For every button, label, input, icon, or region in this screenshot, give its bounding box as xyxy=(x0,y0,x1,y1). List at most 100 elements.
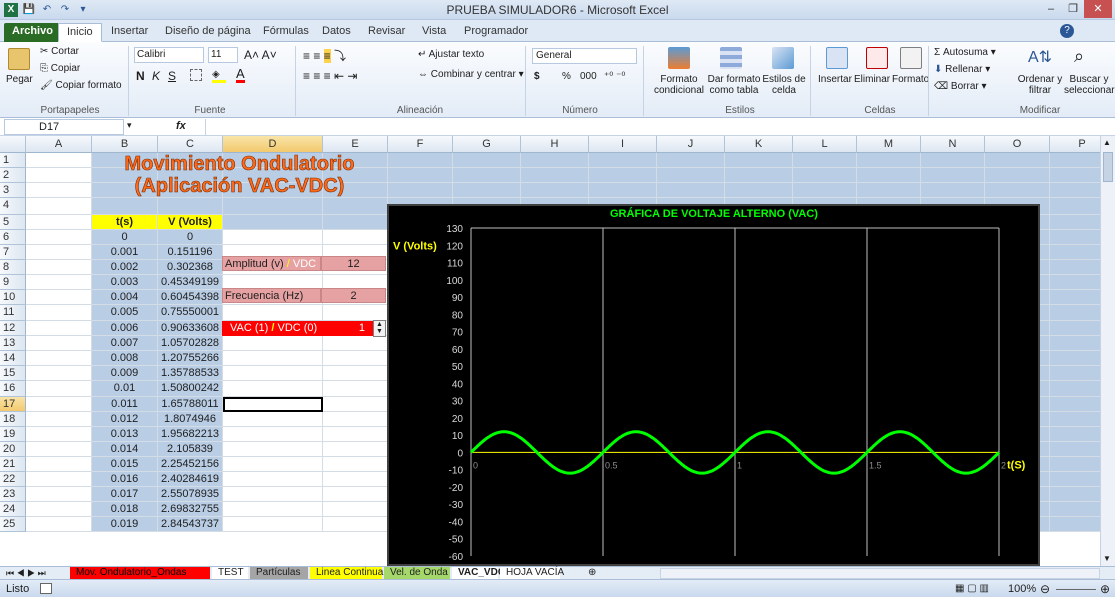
cell[interactable] xyxy=(26,305,92,321)
number-format-select[interactable]: General xyxy=(532,48,637,64)
cell[interactable] xyxy=(323,427,388,442)
normal-view-icon[interactable]: ▦ ▢ ▥ xyxy=(955,583,989,594)
cell[interactable] xyxy=(158,198,223,215)
voltage-cell[interactable]: 1.95682213 xyxy=(158,427,223,442)
time-cell[interactable]: 0.01 xyxy=(92,381,158,397)
row-header[interactable]: 7 xyxy=(0,245,26,260)
cell[interactable] xyxy=(223,517,323,532)
voltage-cell[interactable]: 1.65788011 xyxy=(158,397,223,412)
cell[interactable] xyxy=(1050,412,1100,427)
column-header-i[interactable]: I xyxy=(589,136,657,153)
formula-input[interactable] xyxy=(205,119,1110,135)
cell[interactable] xyxy=(323,230,388,245)
zoom-in-icon[interactable]: ⊕ xyxy=(1100,582,1110,596)
row-header[interactable]: 22 xyxy=(0,472,26,487)
select-all-corner[interactable] xyxy=(0,136,26,153)
column-header-j[interactable]: J xyxy=(657,136,725,153)
cell[interactable] xyxy=(223,442,323,457)
cell[interactable] xyxy=(223,351,323,366)
chart[interactable]: GRÁFICA DE VOLTAJE ALTERNO (VAC) 130 120 1… xyxy=(387,204,1040,566)
paste-button[interactable]: Pegar xyxy=(6,74,33,85)
percent-button[interactable]: % xyxy=(562,71,571,82)
cell[interactable] xyxy=(857,168,921,183)
zoom-out-icon[interactable]: ⊖ xyxy=(1040,582,1050,596)
mode-spinner[interactable]: ▲ ▼ xyxy=(373,320,386,337)
column-header-l[interactable]: L xyxy=(793,136,857,153)
align-top-icon[interactable]: ≡ ≡ ≡ ⤵ xyxy=(303,47,346,64)
voltage-cell[interactable]: 1.50800242 xyxy=(158,381,223,397)
cell[interactable] xyxy=(323,517,388,532)
zoom-level[interactable]: 100% xyxy=(1008,583,1036,595)
cell[interactable] xyxy=(725,153,793,168)
cell[interactable] xyxy=(26,427,92,442)
underline-button[interactable]: S xyxy=(168,69,176,83)
cell[interactable] xyxy=(453,168,521,183)
font-name-select[interactable]: Calibri xyxy=(134,47,204,63)
column-header-h[interactable]: H xyxy=(521,136,589,153)
minimize-button[interactable]: – xyxy=(1040,0,1062,18)
time-cell[interactable]: 0.001 xyxy=(92,245,158,260)
time-cell[interactable]: 0 xyxy=(92,230,158,245)
cell[interactable] xyxy=(657,153,725,168)
cell[interactable] xyxy=(657,168,725,183)
row-header[interactable]: 12 xyxy=(0,321,26,336)
tab-data[interactable]: Datos xyxy=(314,23,359,42)
column-header-d[interactable]: D xyxy=(223,136,323,153)
cell[interactable] xyxy=(323,442,388,457)
row-header[interactable]: 8 xyxy=(0,260,26,275)
column-header-n[interactable]: N xyxy=(921,136,985,153)
time-cell[interactable]: 0.006 xyxy=(92,321,158,336)
cell[interactable] xyxy=(223,305,323,321)
cell[interactable] xyxy=(1050,351,1100,366)
tab-developer[interactable]: Programador xyxy=(456,23,536,42)
row-header[interactable]: 19 xyxy=(0,427,26,442)
cell[interactable] xyxy=(26,502,92,517)
cell[interactable] xyxy=(1050,215,1100,230)
cell[interactable] xyxy=(26,412,92,427)
voltage-cell[interactable]: 1.35788533 xyxy=(158,366,223,381)
sheet-nav-icon[interactable]: ⏮ ◀ ▶ ⏭ xyxy=(6,567,46,579)
cell[interactable] xyxy=(1050,457,1100,472)
find-select-button[interactable]: Buscar y seleccionar xyxy=(1064,74,1115,96)
time-cell[interactable]: 0.014 xyxy=(92,442,158,457)
voltage-cell[interactable]: 0.151196 xyxy=(158,245,223,260)
cell[interactable] xyxy=(1050,427,1100,442)
time-cell[interactable]: 0.003 xyxy=(92,275,158,290)
cell[interactable] xyxy=(589,168,657,183)
wrap-text-button[interactable]: ↵ Ajustar texto xyxy=(418,49,484,60)
voltage-cell[interactable]: 0.75550001 xyxy=(158,305,223,321)
cell[interactable] xyxy=(1050,397,1100,412)
cell[interactable] xyxy=(26,442,92,457)
conditional-format-button[interactable]: Formato condicional xyxy=(648,74,710,96)
cell[interactable] xyxy=(223,230,323,245)
cell[interactable] xyxy=(725,183,793,198)
cell[interactable] xyxy=(26,397,92,412)
tab-file[interactable]: Archivo xyxy=(4,23,61,42)
copy-button[interactable]: ⎘ Copiar xyxy=(40,63,80,74)
cell[interactable] xyxy=(323,198,388,215)
cell[interactable] xyxy=(453,183,521,198)
column-header-c[interactable]: C xyxy=(158,136,223,153)
clear-button[interactable]: ⌫ Borrar ▾ xyxy=(934,81,987,92)
voltage-cell[interactable]: 0.302368 xyxy=(158,260,223,275)
voltage-cell[interactable]: 2.84543737 xyxy=(158,517,223,532)
cell[interactable] xyxy=(857,153,921,168)
cell[interactable] xyxy=(323,472,388,487)
cell[interactable] xyxy=(1050,275,1100,290)
fill-button[interactable]: ⬇ Rellenar ▾ xyxy=(934,64,990,75)
frequency-value-cell[interactable]: 2 xyxy=(321,288,386,303)
cell[interactable] xyxy=(223,487,323,502)
currency-button[interactable]: $ xyxy=(534,71,540,82)
cell[interactable] xyxy=(1050,366,1100,381)
cell[interactable] xyxy=(26,487,92,502)
cell[interactable] xyxy=(223,457,323,472)
sort-filter-icon[interactable]: A⇅ xyxy=(1028,47,1052,67)
row-header[interactable]: 20 xyxy=(0,442,26,457)
cell[interactable] xyxy=(1050,321,1100,336)
cell[interactable] xyxy=(223,412,323,427)
name-box-dropdown-icon[interactable]: ▾ xyxy=(127,120,132,131)
font-color-icon[interactable]: A xyxy=(236,67,245,83)
horizontal-scrollbar[interactable] xyxy=(660,568,1100,579)
cell-styles-button[interactable]: Estilos de celda xyxy=(762,74,806,96)
cell[interactable] xyxy=(323,457,388,472)
